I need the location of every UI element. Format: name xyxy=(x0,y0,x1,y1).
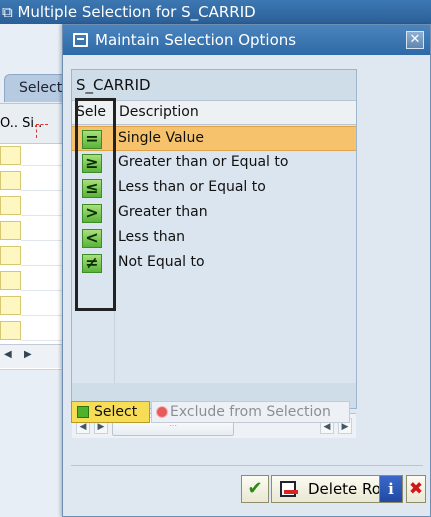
row-label: Not Equal to xyxy=(118,254,205,270)
dialog-window-icon xyxy=(73,33,88,47)
delete-row-icon xyxy=(280,481,298,497)
grid-line xyxy=(21,240,64,241)
grid-line xyxy=(21,290,64,291)
grid-input-cell[interactable] xyxy=(0,271,21,290)
scroll-left-icon[interactable]: ◀ xyxy=(4,349,12,360)
footer-divider xyxy=(71,465,423,466)
row-label: Single Value xyxy=(118,130,204,146)
select-button-label: Select xyxy=(94,404,138,420)
grid-input-cell[interactable] xyxy=(0,221,21,240)
background-grid-scrollbar[interactable]: ◀ ▶ xyxy=(0,344,64,368)
row-label: Less than or Equal to xyxy=(118,179,266,195)
column-header-description[interactable]: Description xyxy=(119,104,199,120)
window-icon: ⧉ xyxy=(2,3,18,21)
column-marker xyxy=(36,124,48,138)
grid-input-cell[interactable] xyxy=(0,296,21,315)
grid-input-cell[interactable] xyxy=(0,196,21,215)
row-label: Greater than xyxy=(118,204,208,220)
grid-input-cell[interactable] xyxy=(0,146,21,165)
select-button[interactable]: Select xyxy=(71,401,150,423)
panel-title: S_CARRID xyxy=(76,76,151,94)
row-label: Greater than or Equal to xyxy=(118,154,289,170)
grid-input-cell[interactable] xyxy=(0,321,21,340)
grid-line xyxy=(21,190,64,191)
maintain-selection-options-dialog: Maintain Selection Options ✕ S_CARRID Se… xyxy=(62,24,431,517)
cancel-icon[interactable]: ✖ xyxy=(406,475,426,503)
grid-line xyxy=(21,215,64,216)
tab-select[interactable]: Select xyxy=(4,74,68,102)
exclude-from-selection-button[interactable]: Exclude from Selection xyxy=(151,401,350,423)
scroll-right-icon[interactable]: ▶ xyxy=(24,349,32,360)
include-icon xyxy=(77,406,89,418)
options-table: Sele Description = Single Value ≥ Greate… xyxy=(72,98,356,438)
dialog-titlebar: Maintain Selection Options ✕ xyxy=(63,25,430,55)
background-grid-header: O.. Si.. xyxy=(0,104,64,144)
background-window-title: ⧉ Multiple Selection for S_CARRID xyxy=(0,0,431,24)
grid-line xyxy=(21,340,64,341)
grid-input-cell[interactable] xyxy=(0,246,21,265)
grid-input-cell[interactable] xyxy=(0,171,21,190)
grid-line xyxy=(21,315,64,316)
background-window-title-text: Multiple Selection for S_CARRID xyxy=(17,3,256,21)
grid-line xyxy=(21,165,64,166)
grid-line xyxy=(21,265,64,266)
close-icon[interactable]: ✕ xyxy=(406,31,424,49)
info-icon[interactable]: i xyxy=(379,475,403,503)
exclude-icon xyxy=(157,407,167,417)
exclude-button-label: Exclude from Selection xyxy=(170,404,331,420)
selection-options-panel: S_CARRID Sele Description = Single Value… xyxy=(71,69,357,438)
background-grid: O.. Si.. ◀ ▶ xyxy=(0,103,64,369)
sign-column-highlight xyxy=(75,98,116,311)
row-label: Less than xyxy=(118,229,186,245)
checkmark-icon[interactable]: ✔ xyxy=(241,475,269,503)
dialog-title: Maintain Selection Options xyxy=(95,31,297,49)
background-lower-area xyxy=(0,369,64,517)
